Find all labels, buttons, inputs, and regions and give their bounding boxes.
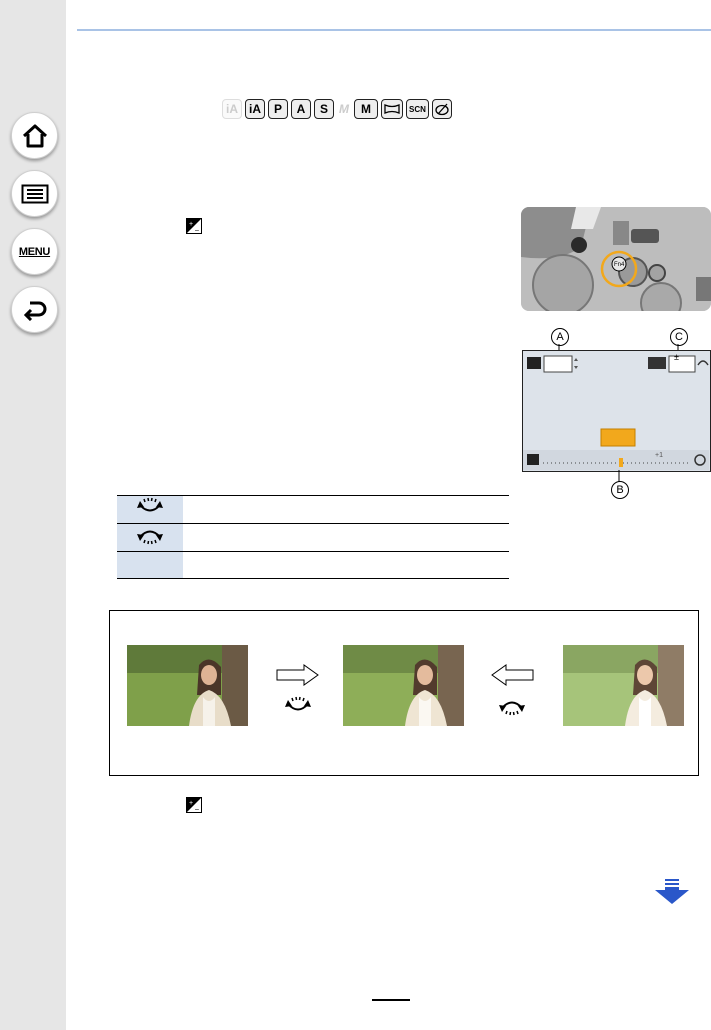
table-text-cell [183,551,509,579]
mode-s-icon: S [314,99,334,119]
mode-p-icon: P [268,99,288,119]
operation-table [117,495,509,579]
dial-right-icon [137,497,163,512]
svg-text:Fn4: Fn4 [614,262,625,268]
callout-a: A [551,328,569,346]
table-row [117,551,509,579]
arrow-left-icon [491,664,534,686]
mode-ia-icon: iA [222,99,242,119]
svg-text:+: + [189,800,193,807]
mode-ia-plus-icon: iA [245,99,265,119]
table-icon-cell [117,523,183,552]
mode-panorama-icon [381,99,403,119]
table-icon-cell [117,551,183,579]
example-photo-underexposed [127,645,248,726]
lcd-screen: ± +1 [522,350,711,472]
exposure-compensation-icon: + – [186,797,202,813]
svg-text:–: – [195,227,199,233]
table-icon-cell [117,495,183,524]
menu-button[interactable]: MENU [11,228,58,275]
mode-scn-icon: SCN [406,99,429,119]
lcd-flash-value: ± [674,352,679,362]
camera-fn4-illustration: Fn4 [521,207,711,311]
mode-icons: iA iA P A S M M SCN [222,99,452,121]
list-icon [21,184,48,203]
table-text-cell [183,523,509,552]
header-rule [77,29,711,31]
example-photo-overexposed [563,645,684,726]
lcd-scale-label: +1 [655,452,663,459]
contents-button[interactable] [11,170,58,217]
table-row [117,495,509,524]
sidebar: MENU [0,0,66,1030]
dial-right-icon [285,696,311,711]
callout-b: B [611,481,629,499]
panorama-icon [384,104,400,114]
table-text-cell [183,495,509,524]
exposure-compensation-icon: + – [186,218,202,234]
mode-m-icon: M [339,102,349,116]
mode-creative-video-icon: M [354,99,378,119]
home-button[interactable] [11,112,58,159]
page-number-underline [372,999,410,1001]
mode-creative-control-icon [431,99,452,119]
home-icon [22,124,47,147]
svg-text:+: + [189,221,193,228]
back-arrow-icon [23,301,46,321]
palette-icon [435,103,449,116]
back-button[interactable] [11,286,58,333]
svg-text:–: – [195,806,199,812]
menu-label: MENU [18,245,51,258]
example-photo-normal [343,645,464,726]
arrow-right-icon [276,664,319,686]
mode-a-icon: A [291,99,311,119]
table-row [117,523,509,552]
callout-c: C [670,328,688,346]
next-page-arrow-icon[interactable] [655,879,689,905]
dial-left-icon [137,530,163,545]
dial-left-icon [499,701,525,716]
